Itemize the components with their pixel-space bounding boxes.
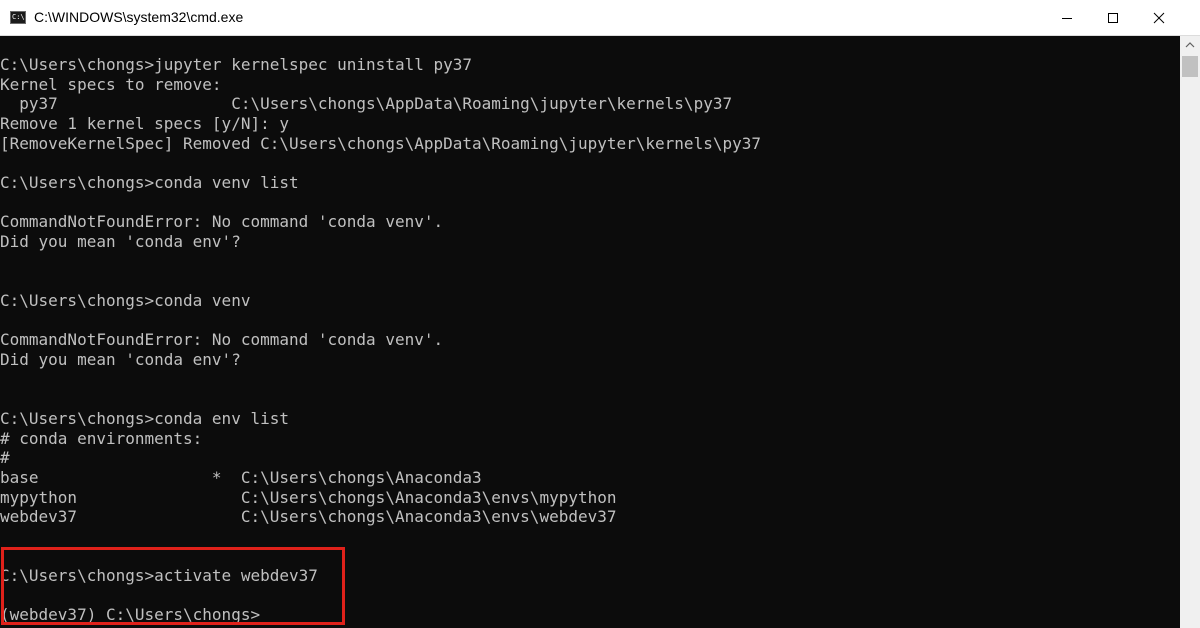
console-line: C:\Users\chongs>conda venv list: [0, 172, 299, 192]
cmd-icon[interactable]: C:\: [10, 11, 26, 24]
console-line: py37 C:\Users\chongs\AppData\Roaming\jup…: [0, 94, 733, 114]
minimize-button[interactable]: [1044, 0, 1090, 36]
console-line: C:\Users\chongs>jupyter kernelspec unins…: [0, 55, 473, 74]
console-line: [RemoveKernelSpec] Removed C:\Users\chon…: [0, 133, 761, 153]
console-line: C:\Users\chongs>activate webdev37: [0, 566, 318, 586]
close-button[interactable]: [1136, 0, 1182, 36]
title-bar[interactable]: C:\ C:\WINDOWS\system32\cmd.exe: [0, 0, 1200, 36]
console-line: C:\Users\chongs>conda env list: [0, 408, 289, 428]
console-line: Remove 1 kernel specs [y/N]: y: [0, 113, 289, 133]
maximize-icon: [1108, 13, 1118, 23]
console-line: CommandNotFoundError: No command 'conda …: [0, 212, 444, 232]
console-line: Kernel specs to remove:: [0, 74, 222, 94]
close-icon: [1153, 12, 1165, 24]
console-line: C:\Users\chongs>conda venv: [0, 290, 251, 310]
scroll-thumb[interactable]: [1182, 56, 1198, 77]
chevron-up-icon: [1185, 42, 1195, 48]
minimize-icon: [1062, 18, 1072, 19]
console-line: # conda environments:: [0, 428, 203, 448]
console-line: base * C:\Users\chongs\Anaconda3: [0, 467, 482, 487]
console-line: Did you mean 'conda env'?: [0, 231, 241, 251]
console-line: (webdev37) C:\Users\chongs>: [0, 605, 261, 625]
vertical-scrollbar[interactable]: [1180, 36, 1200, 628]
console-line: mypython C:\Users\chongs\Anaconda3\envs\…: [0, 487, 617, 507]
console-line: webdev37 C:\Users\chongs\Anaconda3\envs\…: [0, 507, 617, 527]
window-title: C:\WINDOWS\system32\cmd.exe: [34, 9, 244, 25]
console-output[interactable]: C:\Users\chongs>jupyter kernelspec unins…: [0, 36, 1180, 628]
scroll-up-button[interactable]: [1180, 36, 1200, 53]
console-line: Did you mean 'conda env'?: [0, 349, 241, 369]
cmd-window: C:\ C:\WINDOWS\system32\cmd.exe C:\Users…: [0, 0, 1200, 628]
console-line: #: [0, 448, 10, 468]
console-line: CommandNotFoundError: No command 'conda …: [0, 330, 444, 350]
maximize-button[interactable]: [1090, 0, 1136, 36]
